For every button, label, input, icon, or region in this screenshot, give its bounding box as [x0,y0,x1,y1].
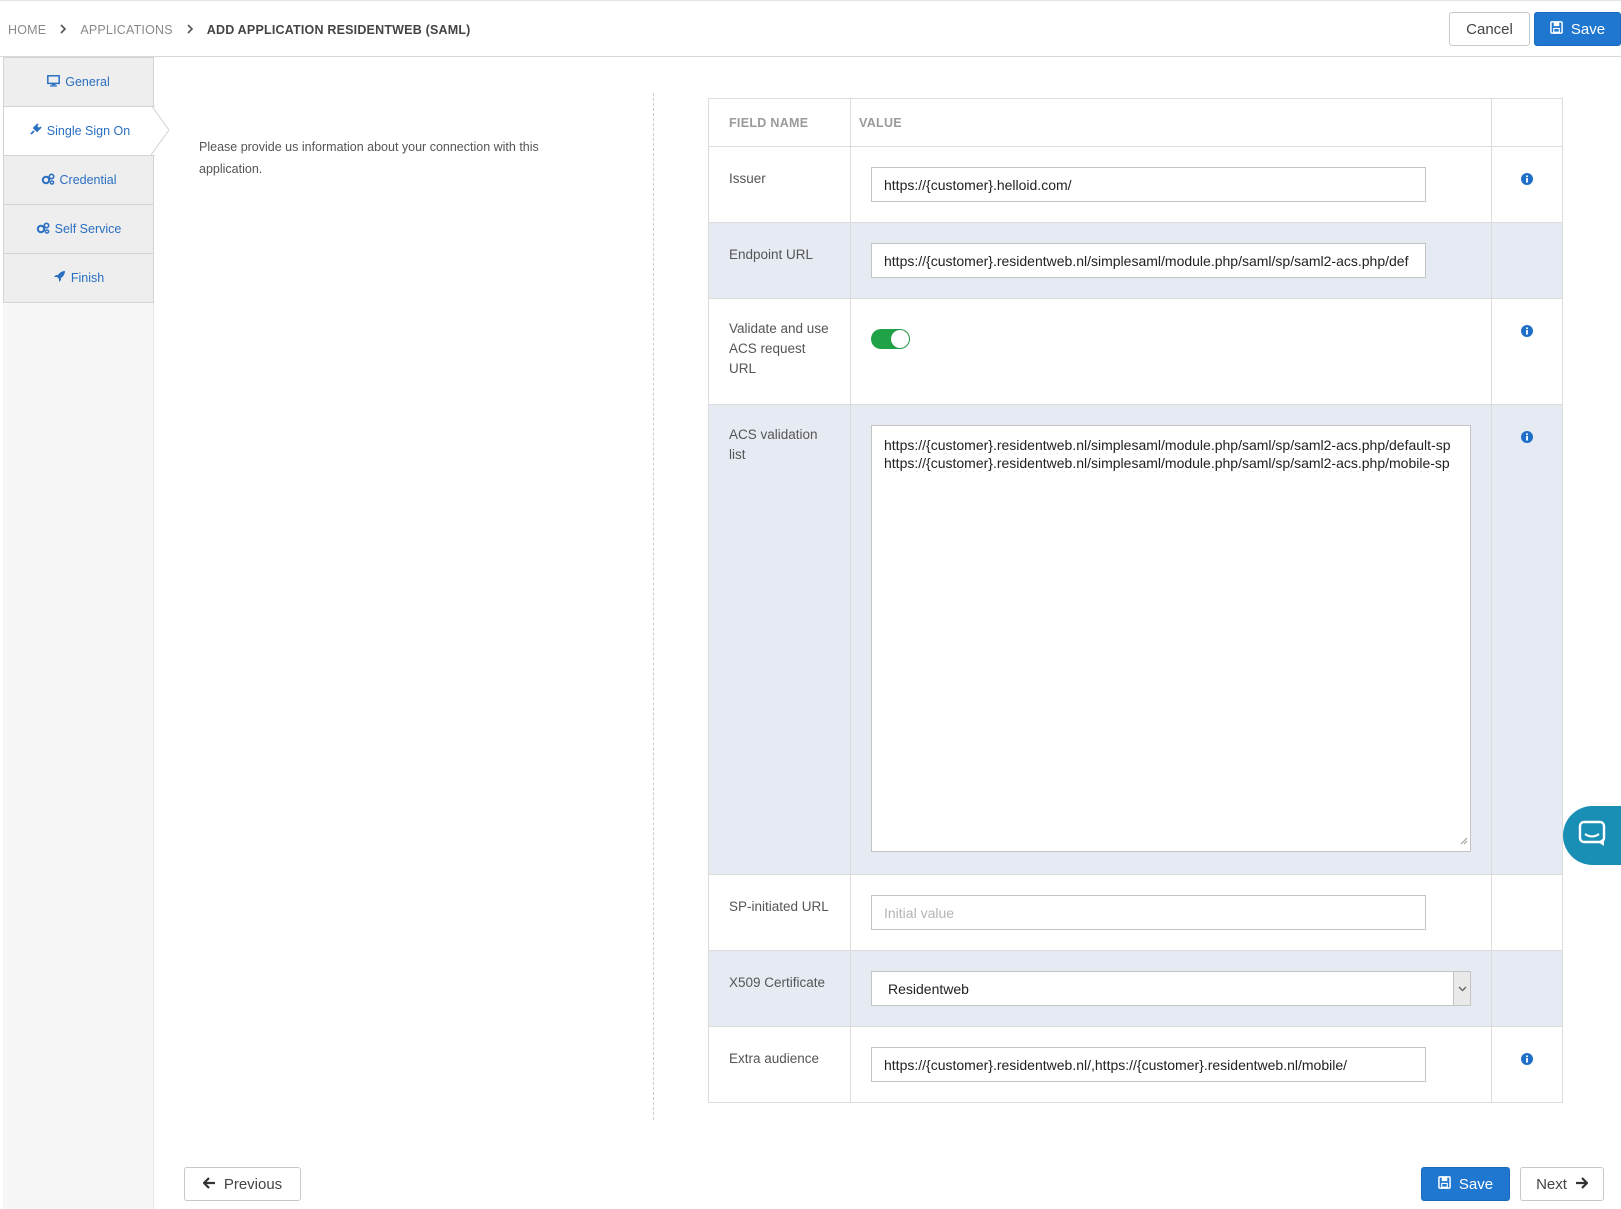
x509-certificate-select[interactable]: Residentweb [871,971,1471,1006]
plug-icon [29,123,42,139]
cancel-button[interactable]: Cancel [1449,12,1530,46]
step-label: Credential [59,173,117,187]
floppy-disk-icon [1438,1175,1451,1193]
sso-settings-table: FIELD NAME VALUE Issuer Endpoint URL Val… [708,98,1563,1103]
top-bar: HOME APPLICATIONS ADD APPLICATION RESIDE… [0,0,1621,57]
step-credential[interactable]: Credential [3,155,154,205]
extra-audience-info-icon[interactable] [1492,1027,1562,1102]
issuer-input[interactable] [871,167,1426,202]
chat-launcher-button[interactable] [1563,806,1621,865]
arrow-right-icon [1575,1176,1589,1193]
row-issuer: Issuer [709,147,1562,223]
field-label: ACS validation list [709,405,851,874]
footer-save-button[interactable]: Save [1421,1167,1510,1201]
resize-grip-icon[interactable] [1460,831,1468,849]
extra-audience-input[interactable] [871,1047,1426,1082]
acs-validation-textarea[interactable]: https://{customer}.residentweb.nl/simple… [871,425,1471,852]
cancel-button-label: Cancel [1466,20,1513,38]
field-label: X509 Certificate [709,951,851,1026]
next-button-label: Next [1536,1175,1567,1193]
breadcrumb: HOME APPLICATIONS ADD APPLICATION RESIDE… [8,22,471,37]
save-button-label: Save [1458,1175,1494,1193]
field-label: Extra audience [709,1027,851,1102]
breadcrumb-current: ADD APPLICATION RESIDENTWEB (SAML) [206,22,471,37]
save-button-label: Save [1570,20,1606,38]
row-x509-certificate: X509 Certificate Residentweb [709,951,1562,1027]
step-label: Finish [70,271,105,285]
step-label: Single Sign On [46,124,131,138]
field-label: Issuer [709,147,851,222]
header-save-button[interactable]: Save [1534,12,1621,46]
table-header-row: FIELD NAME VALUE [709,99,1562,147]
row-validate-acs: Validate and use ACS request URL [709,299,1562,405]
arrow-left-icon [202,1176,216,1193]
rocket-icon [53,270,66,286]
acs-line: https://{customer}.residentweb.nl/simple… [884,455,1450,471]
breadcrumb-home[interactable]: HOME [8,23,46,37]
column-header-value: VALUE [851,99,1492,146]
step-finish[interactable]: Finish [3,253,154,303]
previous-button-label: Previous [223,1175,283,1193]
step-label: General [65,75,110,89]
gears-icon [36,221,50,237]
validate-acs-info-icon[interactable] [1492,299,1562,404]
step-label: Self Service [54,222,122,236]
row-endpoint-url: Endpoint URL [709,223,1562,299]
chat-icon [1578,820,1606,851]
issuer-info-icon[interactable] [1492,147,1562,222]
floppy-disk-icon [1550,20,1563,38]
step-general[interactable]: General [3,57,154,107]
sp-initiated-url-input[interactable] [871,895,1426,930]
validate-acs-toggle[interactable] [871,329,910,349]
vertical-divider [653,93,654,1120]
gears-icon [41,172,55,188]
chevron-right-icon [173,22,207,37]
monitor-icon [47,74,61,90]
step-single-sign-on[interactable]: Single Sign On [3,106,155,156]
field-label: SP-initiated URL [709,875,851,950]
chevron-down-icon[interactable] [1453,972,1470,1005]
previous-button[interactable]: Previous [184,1167,301,1201]
row-acs-validation-list: ACS validation list https://{customer}.r… [709,405,1562,875]
row-sp-initiated-url: SP-initiated URL [709,875,1562,951]
row-extra-audience: Extra audience [709,1027,1562,1102]
breadcrumb-applications[interactable]: APPLICATIONS [80,23,172,37]
acs-list-info-icon[interactable] [1492,405,1562,874]
next-button[interactable]: Next [1520,1167,1604,1201]
endpoint-url-input[interactable] [871,243,1426,278]
acs-line: https://{customer}.residentweb.nl/simple… [884,437,1451,453]
field-label: Validate and use ACS request URL [709,299,851,404]
column-header-field-name: FIELD NAME [709,99,851,146]
active-step-arrow [151,105,169,155]
wizard-steps: General Single Sign On Credential Self S… [3,57,155,1209]
select-value: Residentweb [888,980,969,997]
intro-text: Please provide us information about your… [199,140,539,176]
field-label: Endpoint URL [709,223,851,298]
chevron-right-icon [46,22,80,37]
step-self-service[interactable]: Self Service [3,204,154,254]
